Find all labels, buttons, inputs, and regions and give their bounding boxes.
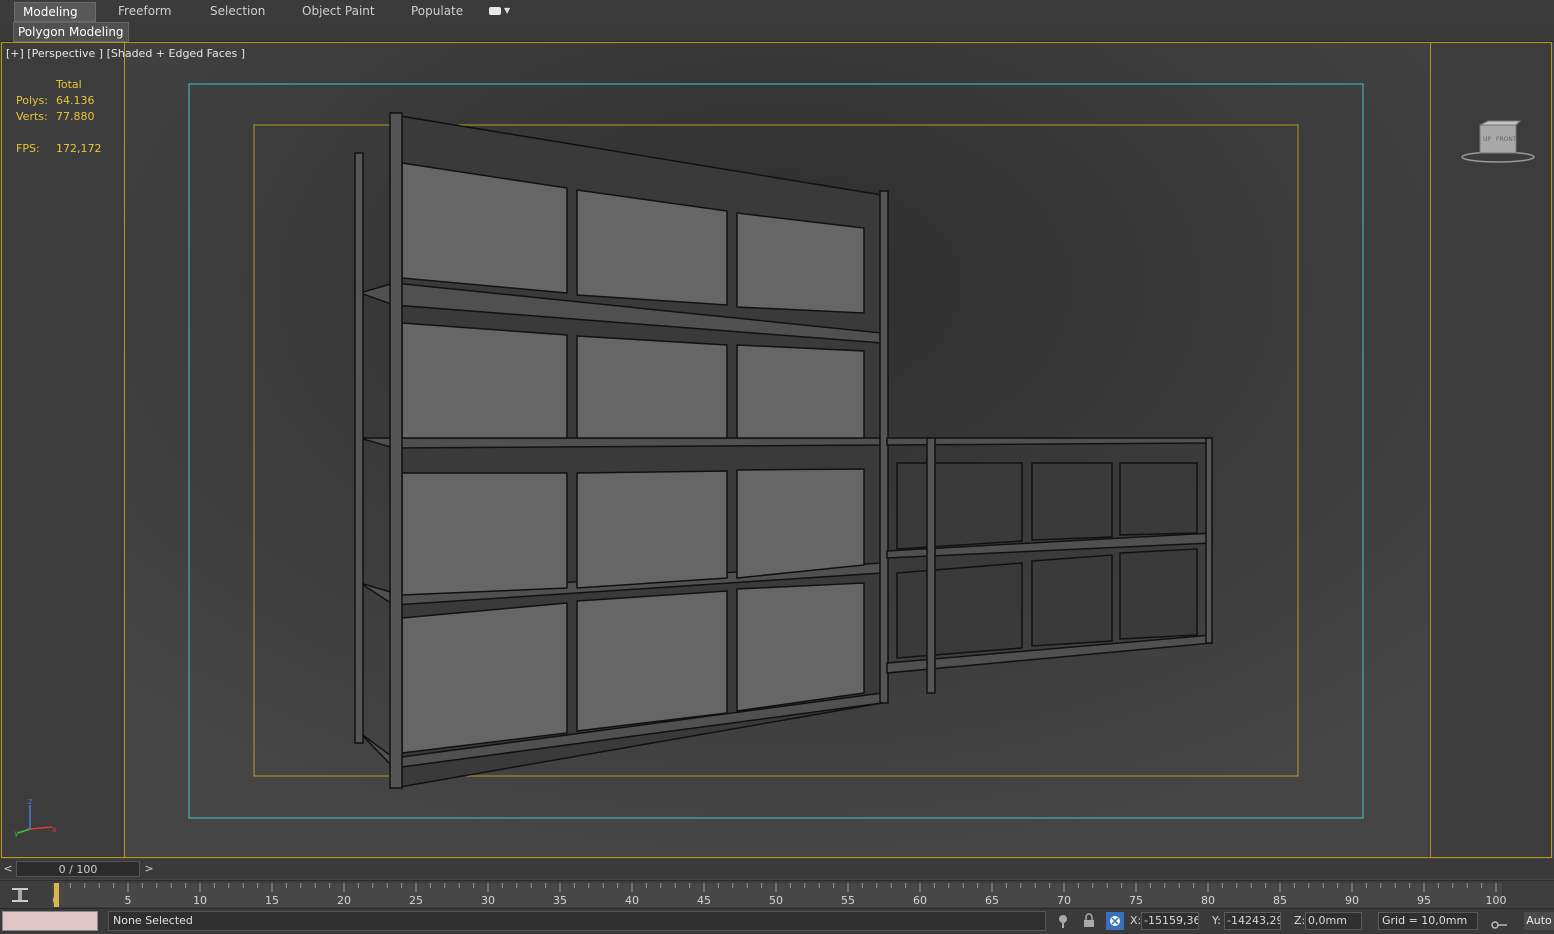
ruler-tick-marks [55, 883, 1497, 892]
tab-selection-label: Selection [210, 4, 266, 18]
time-slider-bar: < 0 / 100 > [0, 859, 1554, 879]
auto-key-button[interactable]: Auto [1524, 912, 1554, 930]
ruler-tick-label: 15 [265, 894, 279, 907]
verts-label: Verts: [16, 110, 48, 123]
tab-populate[interactable]: Populate [403, 2, 471, 20]
x-coord-label: X: [1130, 914, 1142, 927]
ruler-tick-label: 10 [193, 894, 207, 907]
ribbon-subbar: Polygon Modeling [0, 22, 1554, 42]
ribbon-options-dropdown[interactable]: ▼ [487, 4, 513, 18]
ruler-tick-label: 75 [1129, 894, 1143, 907]
ruler-tick-label: 85 [1273, 894, 1287, 907]
z-coord-label: Z: [1294, 914, 1306, 927]
tab-object-paint[interactable]: Object Paint [294, 2, 383, 20]
tab-populate-label: Populate [411, 4, 464, 18]
viewcube-icon[interactable]: UP FRONT [1458, 119, 1538, 169]
absolute-mode-transform-icon[interactable] [1106, 912, 1124, 930]
ruler-tick-label: 65 [985, 894, 999, 907]
x-coord-field[interactable]: -15159,36 [1141, 912, 1199, 930]
isolate-bulb-icon[interactable] [1054, 912, 1072, 930]
tab-freeform-label: Freeform [118, 4, 172, 18]
verts-value: 77.880 [56, 110, 95, 123]
axis-tripod-icon: z x y [14, 797, 57, 837]
chevron-down-icon: ▼ [504, 6, 511, 15]
time-prev-button[interactable]: < [1, 861, 15, 877]
ruler-tick-label: 20 [337, 894, 351, 907]
ruler-tick-label: 55 [841, 894, 855, 907]
ruler-tick-label: 45 [697, 894, 711, 907]
ruler-tick-label: 30 [481, 894, 495, 907]
ruler-tick-label: 90 [1345, 894, 1359, 907]
tab-modeling-label: Modeling [23, 5, 78, 19]
tab-selection[interactable]: Selection [202, 2, 273, 20]
perspective-viewport[interactable]: [+] [Perspective ] [Shaded + Edged Faces… [1, 42, 1552, 858]
y-coord-label: Y: [1212, 914, 1221, 927]
viewport-label[interactable]: [+] [Perspective ] [Shaded + Edged Faces… [6, 47, 245, 60]
y-coord-field[interactable]: -14243,29 [1224, 912, 1281, 930]
fps-value: 172,172 [56, 142, 102, 155]
time-slider-thumb[interactable]: 0 / 100 [16, 861, 140, 877]
set-key-icon[interactable] [1490, 913, 1508, 931]
ribbon-tab-bar: Modeling Freeform Selection Object Paint… [0, 0, 1554, 23]
ruler-tick-label: 50 [769, 894, 783, 907]
time-next-button[interactable]: > [142, 861, 156, 877]
current-frame-marker[interactable] [54, 883, 59, 907]
polys-label: Polys: [16, 94, 48, 107]
track-ruler[interactable]: 0510152025303540455055606570758085909510… [52, 883, 1507, 907]
maxscript-listener-swatch[interactable] [2, 911, 98, 931]
ruler-tick-label: 5 [124, 894, 132, 907]
status-bar: None Selected X: -15159,36 Y: -14243,29 … [0, 908, 1554, 934]
track-bar: 0510152025303540455055606570758085909510… [0, 880, 1554, 909]
ruler-tick-label: 95 [1417, 894, 1431, 907]
polys-value: 64.136 [56, 94, 95, 107]
ruler-tick-label: 25 [409, 894, 423, 907]
selection-status: None Selected [108, 911, 1046, 931]
viewport-scene [125, 43, 1428, 857]
frame-display: 0 / 100 [58, 863, 98, 876]
axis-y-label: y [14, 829, 19, 837]
tab-modeling[interactable]: Modeling [14, 2, 96, 22]
axis-x-label: x [52, 825, 57, 834]
ruler-tick-label: 100 [1485, 894, 1507, 907]
ruler-tick-label: 35 [553, 894, 567, 907]
fps-label: FPS: [16, 142, 40, 155]
polygon-modeling-label: Polygon Modeling [18, 25, 124, 39]
ruler-tick-label: 70 [1057, 894, 1071, 907]
stats-header: Total [56, 78, 82, 91]
ribbon-toggle-icon [489, 7, 501, 15]
ruler-tick-label: 80 [1201, 894, 1215, 907]
tab-object-paint-label: Object Paint [302, 4, 375, 18]
viewcube-front-label: FRONT [1496, 136, 1517, 143]
grid-size-display: Grid = 10,0mm [1378, 912, 1478, 930]
ruler-tick-label: 60 [913, 894, 927, 907]
key-filters-icon[interactable] [10, 885, 30, 905]
tab-polygon-modeling[interactable]: Polygon Modeling [13, 22, 129, 42]
tab-freeform[interactable]: Freeform [110, 2, 179, 20]
ruler-tick-label: 40 [625, 894, 639, 907]
axis-z-label: z [28, 797, 32, 806]
viewcube-top-label: UP [1483, 136, 1491, 143]
selection-lock-icon[interactable] [1080, 912, 1098, 930]
z-coord-field[interactable]: 0,0mm [1305, 912, 1362, 930]
large-shelf-model [354, 112, 889, 789]
